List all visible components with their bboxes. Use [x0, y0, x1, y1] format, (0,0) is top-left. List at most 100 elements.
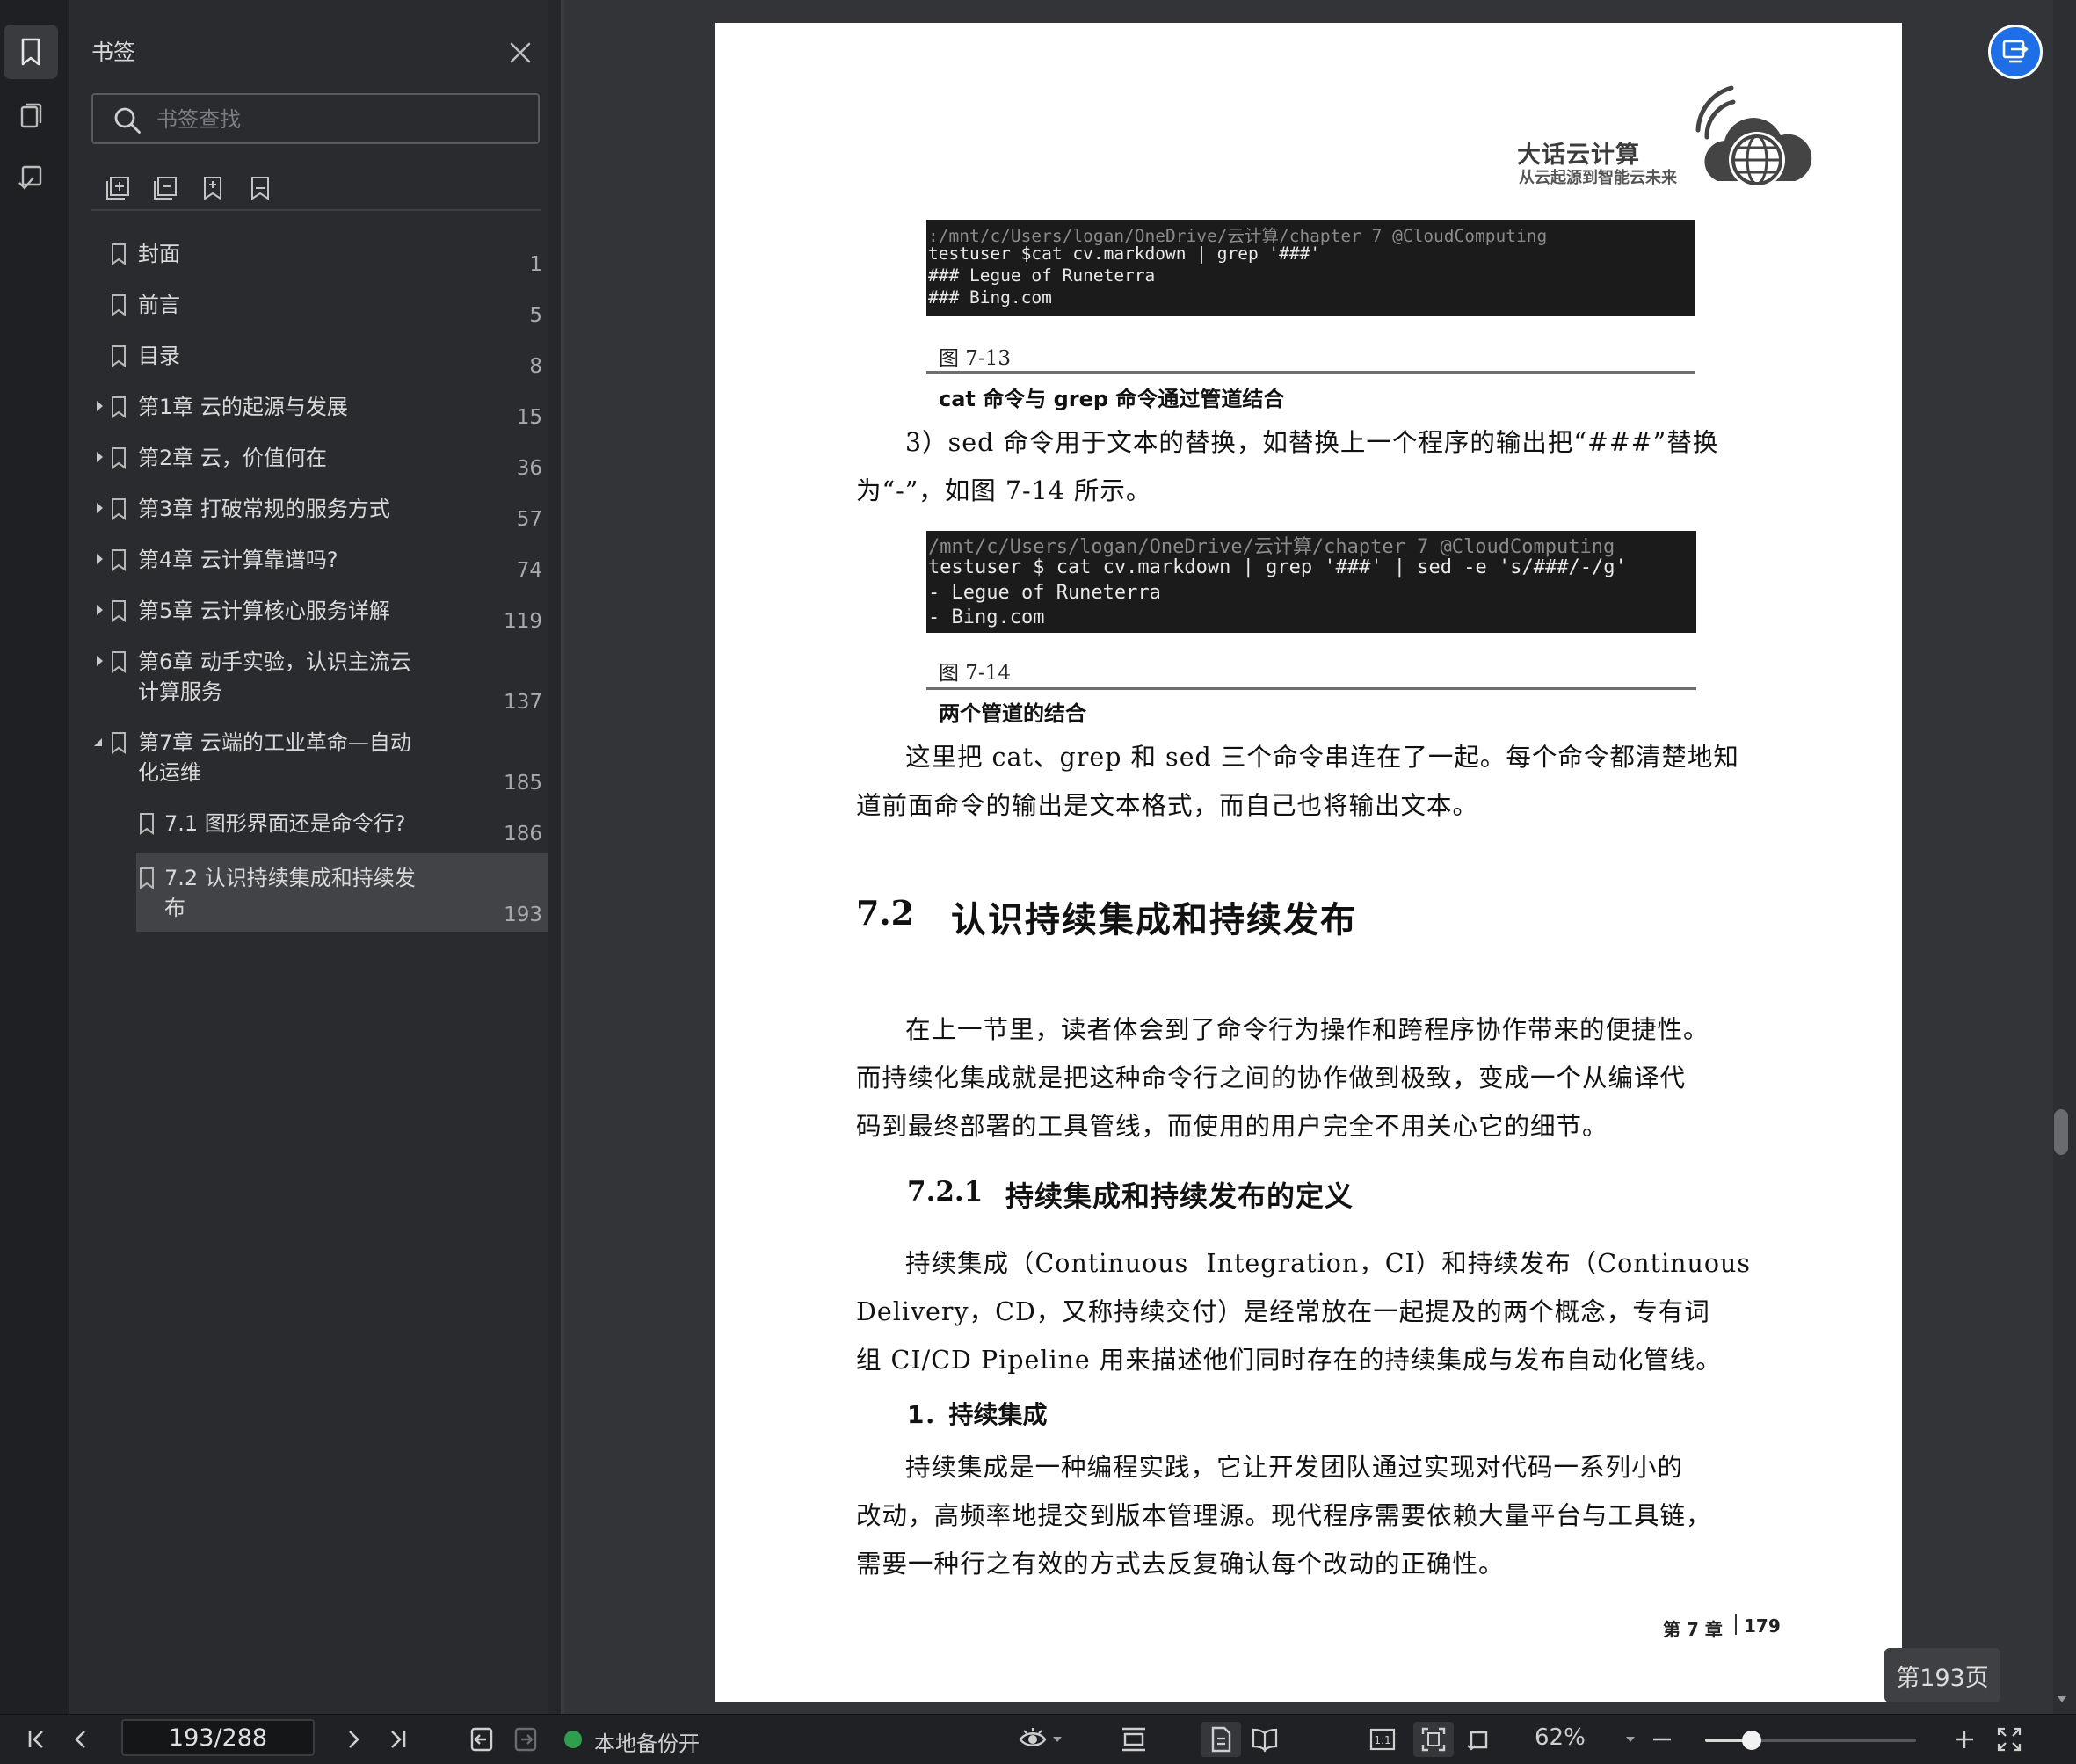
- bookmarks-tab[interactable]: [4, 25, 58, 79]
- cloud-globe-logo-icon: [1695, 85, 1812, 188]
- bookmark-label: 第7章 云端的工业革命—自动 化运维: [138, 730, 411, 785]
- back-button[interactable]: [464, 1722, 499, 1757]
- bookmark-item[interactable]: 7.1 图形界面还是命令行? 186: [69, 807, 553, 851]
- bookmark-label: 7.1 图形界面还是命令行?: [164, 811, 406, 836]
- continuous-scroll-button[interactable]: [1114, 1722, 1153, 1757]
- zoom-slider[interactable]: [1705, 1731, 1916, 1750]
- zoom-dropdown-button[interactable]: [1617, 1722, 1644, 1757]
- floating-convert-button[interactable]: [1988, 25, 2043, 79]
- chevron-down-icon: [1626, 1737, 1635, 1742]
- expand-arrow-icon[interactable]: [92, 399, 106, 413]
- rotate-button[interactable]: [1459, 1722, 1499, 1757]
- forward-icon: [514, 1727, 537, 1752]
- bookmark-label: 第6章 动手实验，认识主流云 计算服务: [138, 650, 411, 704]
- text-line: 道前面命令的输出是文本格式，而自己也将输出文本。: [856, 791, 1479, 820]
- bookmark-item[interactable]: 第5章 云计算核心服务详解 119: [69, 594, 553, 638]
- first-page-button[interactable]: [19, 1722, 54, 1757]
- panel-scrollbar[interactable]: [548, 0, 561, 1714]
- two-page-button[interactable]: [1245, 1722, 1285, 1757]
- bookmark-label: 封面: [138, 242, 180, 266]
- single-page-button[interactable]: [1201, 1722, 1241, 1757]
- bookmark-label: 目录: [138, 344, 180, 368]
- eye-care-button[interactable]: [1014, 1722, 1067, 1757]
- close-panel-button[interactable]: [503, 35, 538, 70]
- bookmark-item[interactable]: 第7章 云端的工业革命—自动 化运维 185: [69, 726, 553, 802]
- bookmark-page: 15: [516, 406, 542, 429]
- bookmark-button[interactable]: [243, 169, 278, 207]
- prev-page-button[interactable]: [63, 1722, 98, 1757]
- expand-arrow-icon[interactable]: [92, 450, 106, 464]
- thumbnails-tab[interactable]: [4, 90, 58, 144]
- scrollbar-thumb[interactable]: [2054, 1109, 2068, 1155]
- bookmark-item[interactable]: 目录 8: [69, 339, 553, 383]
- bookmark-item[interactable]: 第2章 云，价值何在 36: [69, 441, 553, 485]
- actual-size-icon: 1:1: [1369, 1728, 1396, 1751]
- annotation-icon: [18, 165, 42, 190]
- paragraph: 3）sed 命令用于文本的替换，如替换上一个程序的输出把“###”替换 为“-”…: [856, 418, 1779, 515]
- figure-caption: 两个管道的结合: [939, 701, 1086, 726]
- actual-size-button[interactable]: 1:1: [1365, 1722, 1400, 1757]
- single-page-icon: [1211, 1726, 1231, 1753]
- subsection-number: 7.2.1: [907, 1176, 984, 1208]
- zoom-slider-handle[interactable]: [1741, 1731, 1761, 1750]
- bookmark-search[interactable]: [91, 93, 540, 144]
- bookmark-item[interactable]: 封面 1: [69, 237, 553, 281]
- zoom-in-button[interactable]: [1949, 1722, 1979, 1757]
- bookmark-icon: [112, 345, 126, 367]
- figure-number: 图 7-14: [939, 662, 1011, 685]
- scroll-down-icon[interactable]: [2056, 1693, 2068, 1705]
- bookmark-icon: [112, 294, 126, 316]
- text-line: 而持续化集成就是把这种命令行之间的协作做到极致，变成一个从编译代: [856, 1063, 1687, 1093]
- paragraph: 这里把 cat、grep 和 sed 三个命令串连在了一起。每个命令都清楚地知 …: [856, 733, 1779, 830]
- forward-button[interactable]: [508, 1722, 543, 1757]
- expand-arrow-icon[interactable]: [92, 501, 106, 515]
- bookmark-item[interactable]: 第1章 云的起源与发展 15: [69, 390, 553, 434]
- bookmark-item[interactable]: 前言 5: [69, 288, 553, 332]
- terminal-line: testuser $ cat cv.markdown | grep '###' …: [928, 556, 1627, 578]
- bookmark-page: 1: [529, 253, 542, 276]
- bookmark-item[interactable]: 第3章 打破常规的服务方式 57: [69, 492, 553, 536]
- bookmark-item[interactable]: 第4章 云计算靠谱吗? 74: [69, 543, 553, 587]
- page-number-input[interactable]: [121, 1719, 315, 1756]
- rotate-icon: [1467, 1731, 1488, 1751]
- subsection-title: 持续集成和持续发布的定义: [1005, 1180, 1354, 1213]
- document-scrollbar[interactable]: [2053, 0, 2076, 1714]
- fullscreen-button[interactable]: [1992, 1722, 2027, 1757]
- bookmark-label: 第2章 云，价值何在: [138, 446, 327, 470]
- last-page-button[interactable]: [380, 1722, 415, 1757]
- next-page-button[interactable]: [336, 1722, 371, 1757]
- paragraph: 在上一节里，读者体会到了命令行为操作和跨程序协作带来的便捷性。 而持续化集成就是…: [856, 1005, 1779, 1155]
- add-bookmark-button[interactable]: [195, 169, 230, 207]
- bookmark-page: 193: [504, 904, 542, 926]
- annotations-tab[interactable]: [4, 151, 58, 206]
- expand-arrow-icon[interactable]: [92, 552, 106, 566]
- collapse-arrow-icon[interactable]: [91, 735, 105, 749]
- back-icon: [470, 1727, 493, 1752]
- bookmark-icon: [21, 38, 40, 66]
- search-input[interactable]: [155, 104, 527, 135]
- header-logo-subtitle: 从云起源到智能云未来: [1519, 169, 1677, 187]
- bookmark-icon: [112, 243, 126, 265]
- bookmark-label: 第1章 云的起源与发展: [138, 395, 348, 419]
- figure-caption: cat 命令与 grep 命令通过管道结合: [939, 387, 1285, 411]
- expand-all-button[interactable]: [100, 169, 135, 207]
- bookmark-label: 第5章 云计算核心服务详解: [138, 599, 390, 623]
- bookmark-icon: [112, 396, 126, 418]
- bookmark-item[interactable]: 第6章 动手实验，认识主流云 计算服务 137: [69, 645, 553, 721]
- text-line: 组 CI/CD Pipeline 用来描述他们同时存在的持续集成与发布自动化管线…: [856, 1346, 1722, 1375]
- backup-status[interactable]: 本地备份开: [594, 1726, 700, 1757]
- expand-arrow-icon[interactable]: [92, 654, 106, 668]
- bookmark-item-selected[interactable]: 7.2 认识持续集成和持续发 布 193: [136, 853, 553, 932]
- fit-page-button[interactable]: [1413, 1722, 1454, 1757]
- left-rail: [0, 0, 69, 1714]
- text-line: 需要一种行之有效的方式去反复确认每个改动的正确性。: [856, 1550, 1505, 1579]
- terminal-line: - Legue of Runeterra: [928, 582, 1161, 604]
- chevron-right-icon: [349, 1731, 359, 1748]
- bookmark-icon: [112, 651, 126, 673]
- text-line: 持续集成是一种编程实践，它让开发团队通过实现对代码一系列小的: [905, 1453, 1684, 1482]
- zoom-out-button[interactable]: [1647, 1722, 1677, 1757]
- collapse-all-button[interactable]: [148, 169, 183, 207]
- bookmark-icon: [112, 498, 126, 520]
- book-icon: [1252, 1728, 1278, 1753]
- expand-arrow-icon[interactable]: [92, 603, 106, 617]
